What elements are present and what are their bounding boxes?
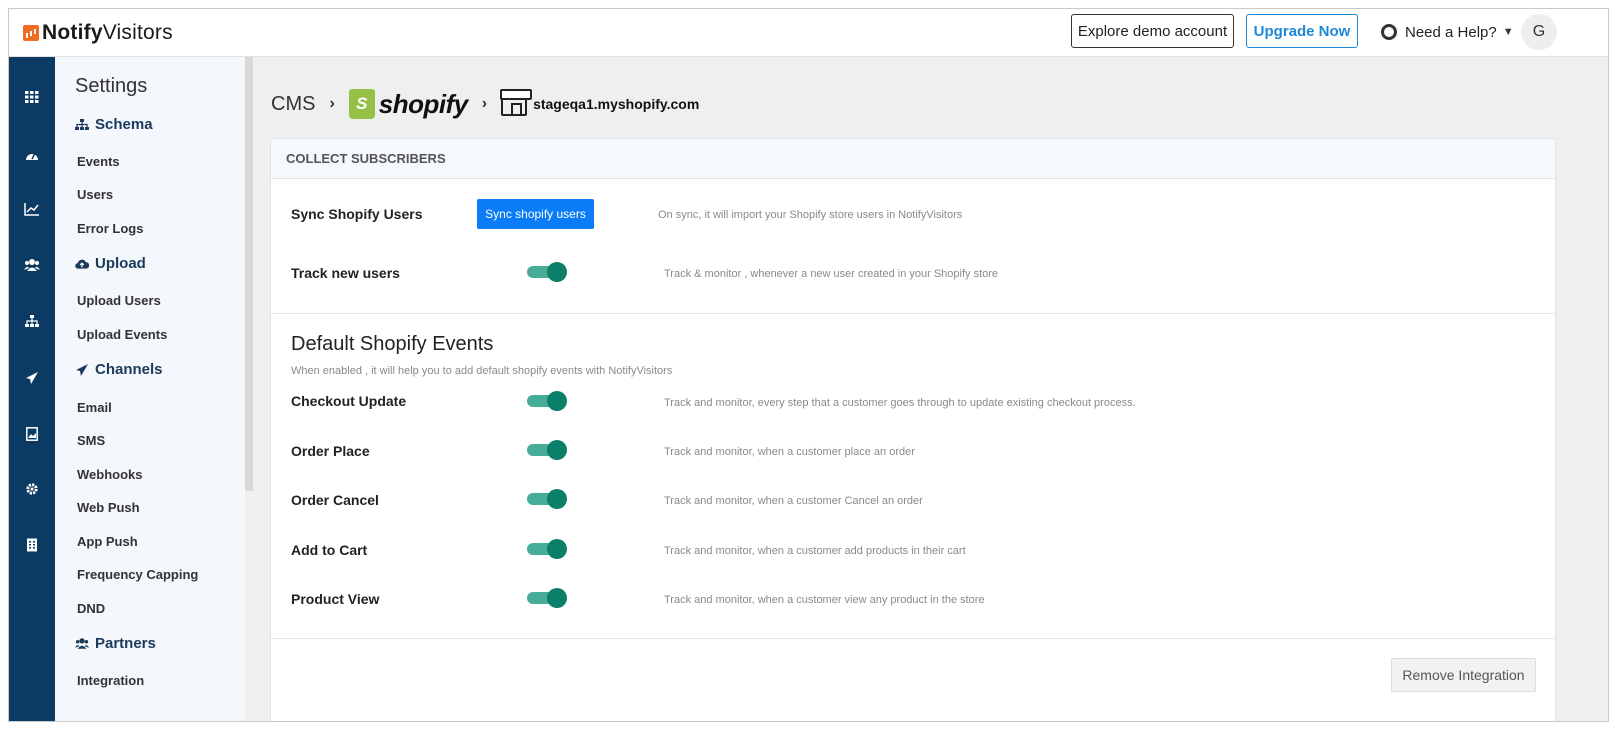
sidebar-item-upload-users[interactable]: Upload Users [77, 293, 161, 308]
chevron-right-icon: › [329, 95, 335, 112]
explore-demo-button[interactable]: Explore demo account [1071, 14, 1234, 48]
settings-icon[interactable] [23, 480, 41, 498]
user-avatar[interactable]: G [1521, 14, 1557, 50]
brand-logo-icon [23, 25, 39, 41]
app-window: NotifyVisitors Explore demo account Upgr… [8, 8, 1609, 722]
sidebar-heading-label: Partners [95, 635, 156, 652]
users-icon[interactable] [23, 256, 41, 274]
sidebar-scrollbar-thumb[interactable] [245, 57, 253, 491]
collect-subscribers-header: COLLECT SUBSCRIBERS [271, 139, 1555, 179]
event-description: Track and monitor, when a customer view … [664, 594, 985, 606]
event-description: Track and monitor, when a customer place… [664, 446, 915, 458]
sidebar-heading-upload: Upload [75, 255, 146, 272]
image-icon[interactable] [23, 425, 41, 443]
dashboard-icon[interactable] [23, 146, 41, 164]
document-icon[interactable] [23, 536, 41, 554]
sidebar-heading-partners: Partners [75, 635, 156, 652]
order-cancel-toggle[interactable] [527, 489, 567, 509]
sidebar-heading-channels: Channels [75, 361, 163, 378]
sidebar-heading-schema: Schema [75, 116, 153, 133]
product-view-toggle[interactable] [527, 588, 567, 608]
top-bar: NotifyVisitors Explore demo account Upgr… [9, 9, 1608, 57]
users-icon [75, 637, 89, 651]
order-place-toggle[interactable] [527, 440, 567, 460]
event-label-checkout-update: Checkout Update [291, 393, 407, 409]
shopify-bag-icon: S [348, 89, 375, 119]
sidebar-item-dnd[interactable]: DND [77, 601, 105, 616]
sidebar-item-integration[interactable]: Integration [77, 673, 144, 688]
integration-card: COLLECT SUBSCRIBERS Sync Shopify Users S… [270, 138, 1556, 721]
cloud-upload-icon [75, 257, 89, 271]
event-description: Track and monitor, every step that a cus… [664, 397, 1136, 409]
sidebar-item-upload-events[interactable]: Upload Events [77, 327, 167, 342]
brand-name-regular: Visitors [102, 21, 173, 44]
shopify-logo[interactable]: shopify [379, 89, 468, 120]
sidebar-heading-label: Upload [95, 255, 146, 272]
sidebar-item-sms[interactable]: SMS [77, 433, 105, 448]
brand-name-bold: Notify [42, 21, 103, 44]
event-label-order-cancel: Order Cancel [291, 492, 379, 508]
chevron-right-icon: › [481, 95, 488, 112]
event-label-product-view: Product View [291, 591, 380, 607]
paper-plane-icon [75, 363, 89, 377]
event-description: Track and monitor, when a customer Cance… [664, 495, 923, 507]
sidebar-item-web-push[interactable]: Web Push [77, 500, 140, 515]
sidebar-item-error-logs[interactable]: Error Logs [77, 221, 143, 236]
sidebar-scrollbar-track[interactable] [245, 491, 253, 721]
sidebar-heading-label: Schema [95, 116, 153, 133]
help-menu[interactable]: Need a Help? ▼ [1381, 21, 1514, 43]
sync-shopify-users-button[interactable]: Sync shopify users [477, 199, 594, 229]
sidebar-title: Settings [75, 75, 148, 97]
default-events-subtitle: When enabled , it will help you to add d… [291, 365, 673, 377]
track-new-users-label: Track new users [291, 265, 400, 281]
send-icon[interactable] [23, 369, 41, 387]
breadcrumb-store: stageqa1.myshopify.com [533, 96, 700, 112]
sidebar-item-users[interactable]: Users [77, 187, 113, 202]
sidebar-item-events[interactable]: Events [77, 154, 120, 169]
event-description: Track and monitor, when a customer add p… [664, 545, 966, 557]
track-new-users-description: Track & monitor , whenever a new user cr… [664, 268, 999, 280]
brand-logo[interactable]: NotifyVisitors [23, 21, 173, 45]
add-to-cart-toggle[interactable] [527, 539, 567, 559]
card-header-title: COLLECT SUBSCRIBERS [286, 151, 446, 166]
sync-users-label: Sync Shopify Users [291, 206, 423, 222]
remove-integration-button[interactable]: Remove Integration [1391, 658, 1536, 692]
hierarchy-icon[interactable] [23, 312, 41, 330]
help-label: Need a Help? [1405, 23, 1497, 41]
event-label-order-place: Order Place [291, 443, 370, 459]
apps-icon[interactable] [23, 88, 41, 106]
section-divider [271, 313, 1555, 314]
track-new-users-toggle[interactable] [527, 262, 567, 282]
event-label-add-to-cart: Add to Cart [291, 542, 368, 558]
sitemap-icon [75, 118, 89, 132]
main-content: CMS › S shopify › stageqa1.myshopify.com… [253, 57, 1608, 721]
sidebar-item-webhooks[interactable]: Webhooks [77, 467, 143, 482]
lifebuoy-icon [1381, 24, 1397, 40]
upgrade-now-button[interactable]: Upgrade Now [1246, 14, 1358, 48]
checkout-update-toggle[interactable] [527, 391, 567, 411]
default-events-title: Default Shopify Events [291, 333, 494, 355]
footer-divider [271, 638, 1555, 639]
store-icon [500, 89, 533, 116]
icon-rail [9, 57, 55, 721]
settings-sidebar: Settings Schema Events Users Error Logs … [55, 57, 245, 721]
sidebar-item-email[interactable]: Email [77, 400, 112, 415]
sidebar-heading-label: Channels [95, 361, 163, 378]
chevron-down-icon: ▼ [1502, 26, 1514, 38]
sync-users-description: On sync, it will import your Shopify sto… [658, 209, 963, 221]
sidebar-item-app-push[interactable]: App Push [77, 534, 138, 549]
analytics-icon[interactable] [23, 200, 41, 218]
sidebar-item-frequency-capping[interactable]: Frequency Capping [77, 567, 198, 582]
breadcrumb-cms[interactable]: CMS [271, 93, 315, 116]
breadcrumb: CMS › S shopify › stageqa1.myshopify.com [271, 89, 699, 119]
